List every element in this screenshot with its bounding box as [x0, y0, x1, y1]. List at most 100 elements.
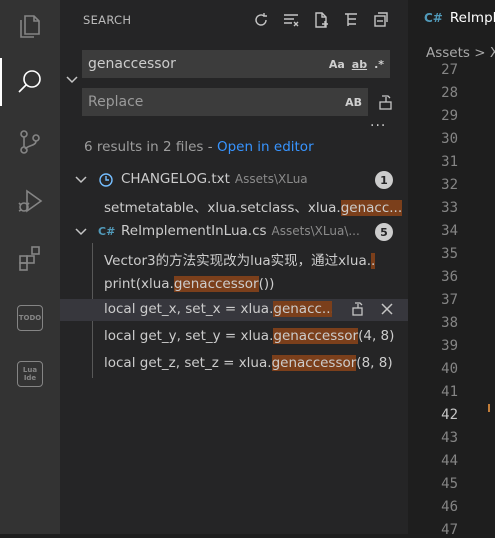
search-sidebar: SEARCH Aa ab .* AB	[60, 0, 408, 534]
replace-all-button[interactable]	[376, 92, 396, 112]
csharp-file-icon: C#	[98, 225, 116, 238]
tree-view-icon	[345, 13, 357, 26]
regex-toggle[interactable]: .*	[374, 58, 384, 71]
more-options-button[interactable]: ···	[370, 118, 386, 134]
match-suffix: (4, 8)	[358, 328, 395, 344]
file-name-text: CHANGELOG.txt	[121, 171, 230, 187]
match-count-badge: 1	[375, 171, 393, 189]
lua-ide-icon: Lua Ide	[17, 361, 43, 387]
chevron-down-icon	[66, 76, 78, 84]
line-number: 44	[441, 453, 458, 469]
line-number: 28	[441, 85, 458, 101]
collapse-all-icon	[374, 12, 388, 27]
match-row[interactable]: local get_y, set_y = xlua.genaccessor(4,…	[60, 326, 408, 348]
file-name: ReImplementInLua.cs Assets\XLua\...	[121, 223, 360, 239]
replace-options: AB	[345, 88, 362, 116]
match-case-toggle[interactable]: Aa	[329, 58, 345, 71]
clock-file-icon	[99, 173, 113, 187]
results-summary: 6 results in 2 files - Open in editor	[84, 139, 314, 155]
csharp-tab-icon: C#	[424, 10, 443, 25]
line-number: 38	[441, 315, 458, 331]
explorer-activity[interactable]	[0, 2, 60, 50]
match-highlight: genaccessor	[271, 355, 357, 371]
match-row[interactable]: print(xlua.genaccessor())	[60, 274, 408, 296]
line-number: 27	[441, 62, 458, 78]
line-number: 36	[441, 269, 458, 285]
line-number: 41	[441, 384, 458, 400]
breadcrumb[interactable]: Assets > X	[426, 45, 495, 61]
match-text: local get_z, set_z = xlua.genaccessor(8,…	[104, 355, 393, 371]
file-name: CHANGELOG.txt Assets\XLua	[121, 171, 308, 187]
preserve-case-toggle[interactable]: AB	[345, 96, 362, 109]
open-in-editor-link[interactable]: Open in editor	[217, 139, 314, 155]
file-path: Assets\XLua	[234, 172, 308, 186]
line-number: 30	[441, 131, 458, 147]
dismiss-close-icon[interactable]	[380, 302, 394, 316]
editor-area: C# ReImple Assets > X 27 28 29 30 31 32 …	[408, 0, 495, 538]
toggle-replace-button[interactable]	[64, 72, 80, 88]
activity-bar: TODO Lua Ide	[0, 0, 60, 534]
extensions-activity[interactable]	[0, 234, 60, 282]
match-row[interactable]: Vector3的方法实现改为lua实现，通过xlua..	[60, 247, 408, 269]
view-as-tree-button[interactable]	[340, 9, 362, 31]
file-path: Assets\XLua\...	[271, 224, 360, 238]
replace-input[interactable]	[82, 93, 310, 111]
line-number: 29	[441, 108, 458, 124]
lua-ide-label-bottom: Ide	[23, 374, 37, 382]
refresh-icon	[255, 13, 267, 26]
match-highlight: .	[371, 253, 376, 269]
collapse-all-button[interactable]	[370, 9, 392, 31]
match-text: local get_x, set_x = xlua.genacc...	[104, 301, 332, 317]
match-prefix: setmetatable、xlua.setclass、xlua.	[104, 200, 341, 216]
match-prefix: local get_y, set_y = xlua.	[104, 328, 274, 344]
line-number: 45	[441, 476, 458, 492]
line-number: 46	[441, 499, 458, 515]
search-options: Aa ab .*	[329, 50, 384, 78]
lua-ide-activity[interactable]: Lua Ide	[0, 350, 60, 398]
whole-word-toggle[interactable]: ab	[352, 58, 367, 71]
match-row[interactable]: local get_z, set_z = xlua.genaccessor(8,…	[60, 353, 408, 375]
run-debug-activity[interactable]	[0, 178, 60, 226]
match-suffix: ())	[258, 276, 275, 292]
match-text: local get_y, set_y = xlua.genaccessor(4,…	[104, 328, 394, 344]
line-number-current: 42	[441, 407, 458, 423]
refresh-button[interactable]	[250, 9, 272, 31]
todo-icon: TODO	[17, 305, 43, 331]
sidebar-actions	[250, 9, 392, 31]
replace-icon[interactable]	[350, 301, 366, 317]
sidebar-title: SEARCH	[83, 13, 132, 27]
search-box: Aa ab .*	[82, 50, 390, 78]
replace-all-icon	[379, 95, 392, 110]
match-actions	[350, 301, 394, 317]
match-text: print(xlua.genaccessor())	[104, 276, 274, 292]
match-text: Vector3的方法实现改为lua实现，通过xlua..	[104, 249, 404, 269]
search-input[interactable]	[82, 55, 310, 73]
match-count-badge: 5	[375, 223, 393, 241]
match-highlight: genaccessor	[173, 276, 259, 292]
match-prefix: print(xlua.	[104, 276, 174, 292]
file-name-text: ReImplementInLua.cs	[121, 223, 267, 239]
match-row[interactable]: setmetatable、xlua.setclass、xlua.genacc..…	[60, 194, 408, 216]
file-row-changelog[interactable]: CHANGELOG.txt Assets\XLua 1	[60, 169, 408, 191]
file-row-reimplement[interactable]: C# ReImplementInLua.cs Assets\XLua\... 5	[60, 221, 408, 243]
chevron-down-icon	[75, 228, 87, 236]
files-icon	[20, 15, 40, 38]
clear-results-button[interactable]	[280, 9, 302, 31]
match-highlight: genaccessor	[273, 328, 359, 344]
todo-tree-activity[interactable]: TODO	[0, 294, 60, 342]
lua-ide-label-top: Lua	[22, 366, 38, 374]
chevron-down-icon	[75, 176, 87, 184]
source-control-activity[interactable]	[0, 118, 60, 166]
replace-box: AB	[82, 88, 368, 116]
match-row-selected[interactable]: local get_x, set_x = xlua.genacc...	[60, 299, 408, 321]
match-prefix: Vector3的方法实现改为lua实现，通过xlua.	[104, 253, 372, 269]
search-activity[interactable]	[0, 58, 60, 106]
editor-tab[interactable]: C# ReImple	[408, 0, 495, 35]
match-prefix: local get_z, set_z = xlua.	[104, 355, 272, 371]
clear-all-icon	[284, 14, 299, 27]
source-control-icon	[20, 130, 40, 154]
line-number: 34	[441, 223, 458, 239]
new-search-editor-button[interactable]	[310, 9, 332, 31]
line-number: 33	[441, 200, 458, 216]
line-number: 47	[441, 522, 458, 538]
